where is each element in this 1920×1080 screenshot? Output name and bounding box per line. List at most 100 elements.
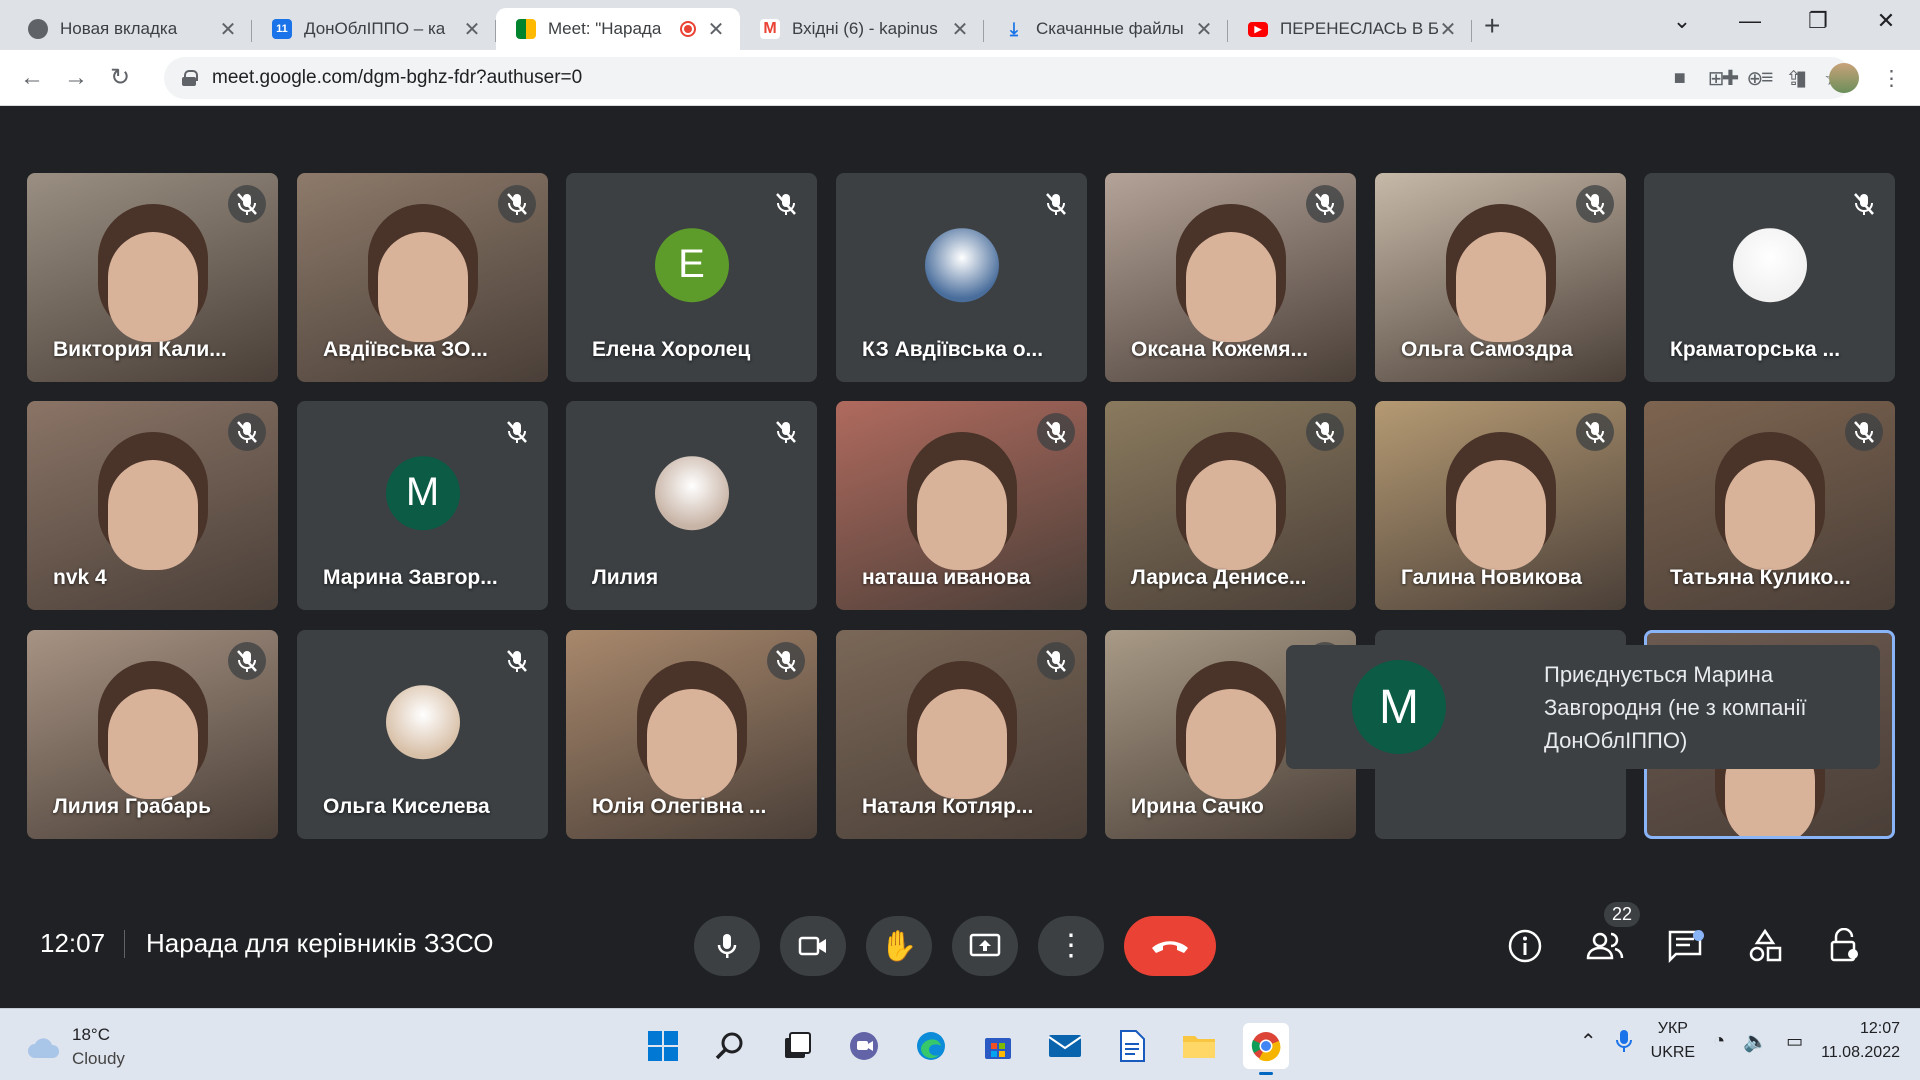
participant-tile[interactable]: Виктория Кали... — [27, 173, 278, 382]
participant-name: Авдіївська ЗО... — [323, 338, 488, 361]
clock-date[interactable]: 12:07 11.08.2022 — [1821, 1017, 1900, 1065]
reload-icon[interactable]: ↻ — [98, 63, 142, 92]
raise-hand-button[interactable]: ✋ — [866, 916, 932, 976]
mic-off-icon — [1037, 413, 1075, 451]
tab-title: Meet: "Нарада — [548, 19, 662, 38]
chrome-button[interactable] — [1243, 1023, 1289, 1075]
participant-name: Галина Новикова — [1401, 566, 1582, 589]
close-tab-icon[interactable]: ✕ — [706, 17, 726, 42]
download-icon: ⤓ — [1010, 18, 1018, 39]
close-window-button[interactable]: ✕ — [1852, 0, 1920, 42]
present-button[interactable] — [952, 916, 1018, 976]
media-control-icon[interactable]: ≡ — [1761, 66, 1773, 90]
participant-name: КЗ Авдіївська о... — [862, 338, 1044, 361]
tab-downloads[interactable]: ⤓ Скачанные файлы ✕ — [984, 8, 1228, 50]
mail-button[interactable] — [1042, 1023, 1088, 1069]
participant-name: Оксана Кожемя... — [1131, 338, 1309, 361]
joining-avatar: М — [1352, 660, 1446, 754]
battery-icon[interactable]: ▭ — [1786, 1031, 1803, 1052]
participant-tile[interactable]: Ольга Самоздра — [1375, 173, 1626, 382]
word-document-button[interactable] — [1109, 1023, 1155, 1069]
participant-tile[interactable]: Е Елена Хоролец — [566, 173, 817, 382]
initial-avatar: М — [385, 455, 460, 530]
participant-tile[interactable]: Наталя Котляр... — [836, 630, 1087, 839]
wifi-icon[interactable]: ◔ — [1713, 1030, 1725, 1053]
participant-tile[interactable]: Авдіївська ЗО... — [297, 173, 548, 382]
task-view-button[interactable] — [774, 1023, 820, 1069]
host-controls-button[interactable] — [1822, 916, 1868, 976]
activities-button[interactable] — [1742, 916, 1788, 976]
restore-button[interactable]: ❐ — [1784, 0, 1852, 42]
participant-tile[interactable]: Оксана Кожемя... — [1105, 173, 1356, 382]
tab-meet[interactable]: Meet: "Нарада ✕ — [496, 8, 740, 50]
tab-title: ПЕРЕНЕСЛАСЬ В Б — [1280, 19, 1438, 38]
video-feed — [107, 231, 198, 342]
minimize-button[interactable]: — — [1716, 0, 1784, 42]
participant-tile[interactable]: Юлія Олегівна ... — [566, 630, 817, 839]
chevron-up-icon[interactable]: ⌃ — [1580, 1029, 1597, 1054]
video-feed — [1185, 231, 1276, 342]
present-screen-icon — [969, 933, 1001, 957]
participant-name: Елена Хоролец — [592, 338, 751, 361]
meeting-details-button[interactable] — [1502, 916, 1548, 976]
participant-name: nvk 4 — [53, 566, 107, 589]
participant-tile[interactable]: М Марина Завгор... — [297, 401, 548, 610]
people-button[interactable]: 22 — [1582, 902, 1641, 976]
close-tab-icon[interactable]: ✕ — [1438, 17, 1458, 42]
edge-button[interactable] — [908, 1023, 954, 1069]
microphone-tray-icon[interactable] — [1615, 1029, 1633, 1053]
side-panel-icon[interactable]: ▮ — [1795, 66, 1807, 91]
weather-widget[interactable]: 18°C Cloudy — [26, 1023, 125, 1071]
participant-tile[interactable]: Лилия Грабарь — [27, 630, 278, 839]
profile-avatar[interactable] — [1829, 63, 1859, 93]
new-tab-button[interactable]: + — [1484, 10, 1500, 42]
participant-tile[interactable]: Татьяна Кулико... — [1644, 401, 1895, 610]
teams-chat-button[interactable] — [841, 1023, 887, 1069]
store-button[interactable] — [975, 1023, 1021, 1069]
volume-icon[interactable]: 🔈 — [1743, 1029, 1768, 1054]
menu-icon[interactable]: ⋮ — [1881, 66, 1902, 91]
leave-call-button[interactable] — [1124, 916, 1216, 976]
participant-tile[interactable]: Лилия — [566, 401, 817, 610]
participant-tile[interactable]: nvk 4 — [27, 401, 278, 610]
url-text[interactable]: meet.google.com/dgm-bghz-fdr?authuser=0 — [212, 67, 582, 89]
participant-tile[interactable]: Галина Новикова — [1375, 401, 1626, 610]
participant-tile[interactable]: Краматорська ... — [1644, 173, 1895, 382]
more-options-button[interactable]: ⋮ — [1038, 916, 1104, 976]
participant-tile[interactable]: КЗ Авдіївська о... — [836, 173, 1087, 382]
tab-search-icon[interactable]: ⌄ — [1648, 0, 1716, 42]
forward-icon[interactable]: → — [54, 64, 98, 92]
microphone-button[interactable] — [694, 916, 760, 976]
tab-new-tab[interactable]: Новая вкладка ✕ — [8, 8, 252, 50]
recording-icon — [680, 21, 696, 37]
language-indicator[interactable]: УКР UKRE — [1651, 1017, 1695, 1065]
close-tab-icon[interactable]: ✕ — [218, 17, 238, 42]
chat-button[interactable] — [1662, 916, 1708, 976]
extensions-icon[interactable]: ✚ — [1722, 66, 1740, 91]
camera-button[interactable] — [780, 916, 846, 976]
back-icon[interactable]: ← — [10, 64, 54, 92]
participant-name: Лилия Грабарь — [53, 795, 211, 818]
file-explorer-button[interactable] — [1176, 1023, 1222, 1069]
tab-youtube[interactable]: ▶ ПЕРЕНЕСЛАСЬ В Б ✕ — [1228, 8, 1472, 50]
participant-tile[interactable]: наташа иванова — [836, 401, 1087, 610]
address-bar[interactable]: meet.google.com/dgm-bghz-fdr?authuser=0 … — [164, 57, 1852, 99]
mic-off-icon — [1576, 185, 1614, 223]
store-icon — [985, 1038, 1011, 1059]
start-button[interactable] — [640, 1023, 686, 1069]
meet-stage: Виктория Кали... Авдіївська ЗО... Е Елена Х… — [0, 107, 1920, 1007]
tab-gmail[interactable]: M Вхідні (6) - kapinus ✕ — [740, 8, 984, 50]
meeting-clock: 12:07 — [40, 928, 106, 958]
participant-tile[interactable]: Лариса Денисе... — [1105, 401, 1356, 610]
close-tab-icon[interactable]: ✕ — [1194, 17, 1214, 42]
camera-icon[interactable]: ■ — [1674, 67, 1686, 90]
close-tab-icon[interactable]: ✕ — [462, 17, 482, 42]
close-tab-icon[interactable]: ✕ — [950, 17, 970, 42]
participant-tile[interactable]: Ольга Киселева — [297, 630, 548, 839]
tab-calendar[interactable]: 11 ДонОблІППО – ка ✕ — [252, 8, 496, 50]
video-feed — [1185, 459, 1276, 570]
divider — [124, 930, 125, 958]
search-button[interactable] — [707, 1023, 753, 1069]
mic-off-icon — [1037, 185, 1075, 223]
chrome-icon — [1251, 1032, 1281, 1062]
